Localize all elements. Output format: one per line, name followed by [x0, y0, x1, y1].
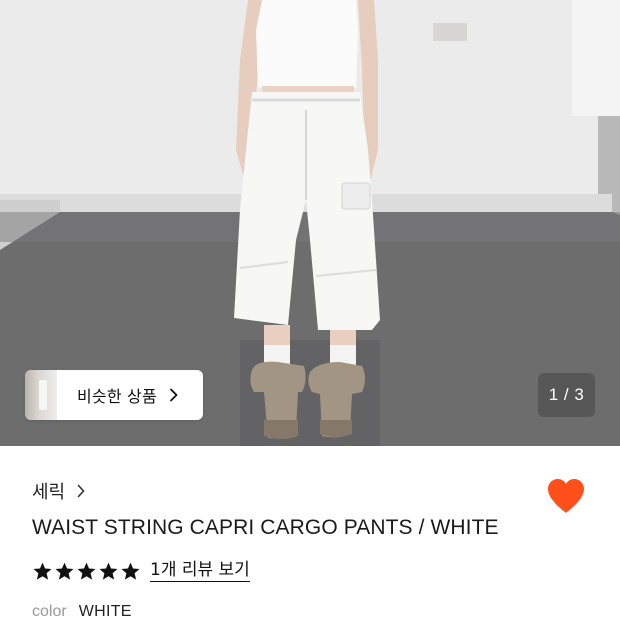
similar-products-label: 비슷한 상품: [77, 387, 157, 406]
option-label: color: [32, 603, 67, 620]
option-value: WHITE: [78, 603, 132, 620]
star-icon: [77, 562, 96, 580]
brand-name: 세릭: [32, 482, 66, 503]
chevron-right-icon: [169, 388, 178, 402]
star-icon: [99, 562, 118, 580]
brand-link[interactable]: 세릭: [32, 478, 87, 504]
star-icon: [33, 562, 52, 580]
heart-icon[interactable]: [546, 477, 586, 515]
product-image[interactable]: 비슷한 상품 1 / 3: [0, 0, 620, 446]
rating-row: 1개 리뷰 보기: [32, 560, 250, 582]
image-page-indicator: 1 / 3: [538, 373, 595, 417]
chevron-right-icon: [77, 484, 85, 498]
option-row: color WHITE: [32, 603, 132, 621]
product-title: WAIST STRING CAPRI CARGO PANTS / WHITE: [32, 516, 499, 539]
star-rating: [32, 561, 141, 582]
star-icon: [121, 562, 140, 580]
similar-products-button[interactable]: 비슷한 상품: [25, 370, 203, 420]
similar-products-thumbnail: [25, 370, 57, 420]
star-icon: [55, 562, 74, 580]
review-link[interactable]: 1개 리뷰 보기: [150, 560, 250, 582]
